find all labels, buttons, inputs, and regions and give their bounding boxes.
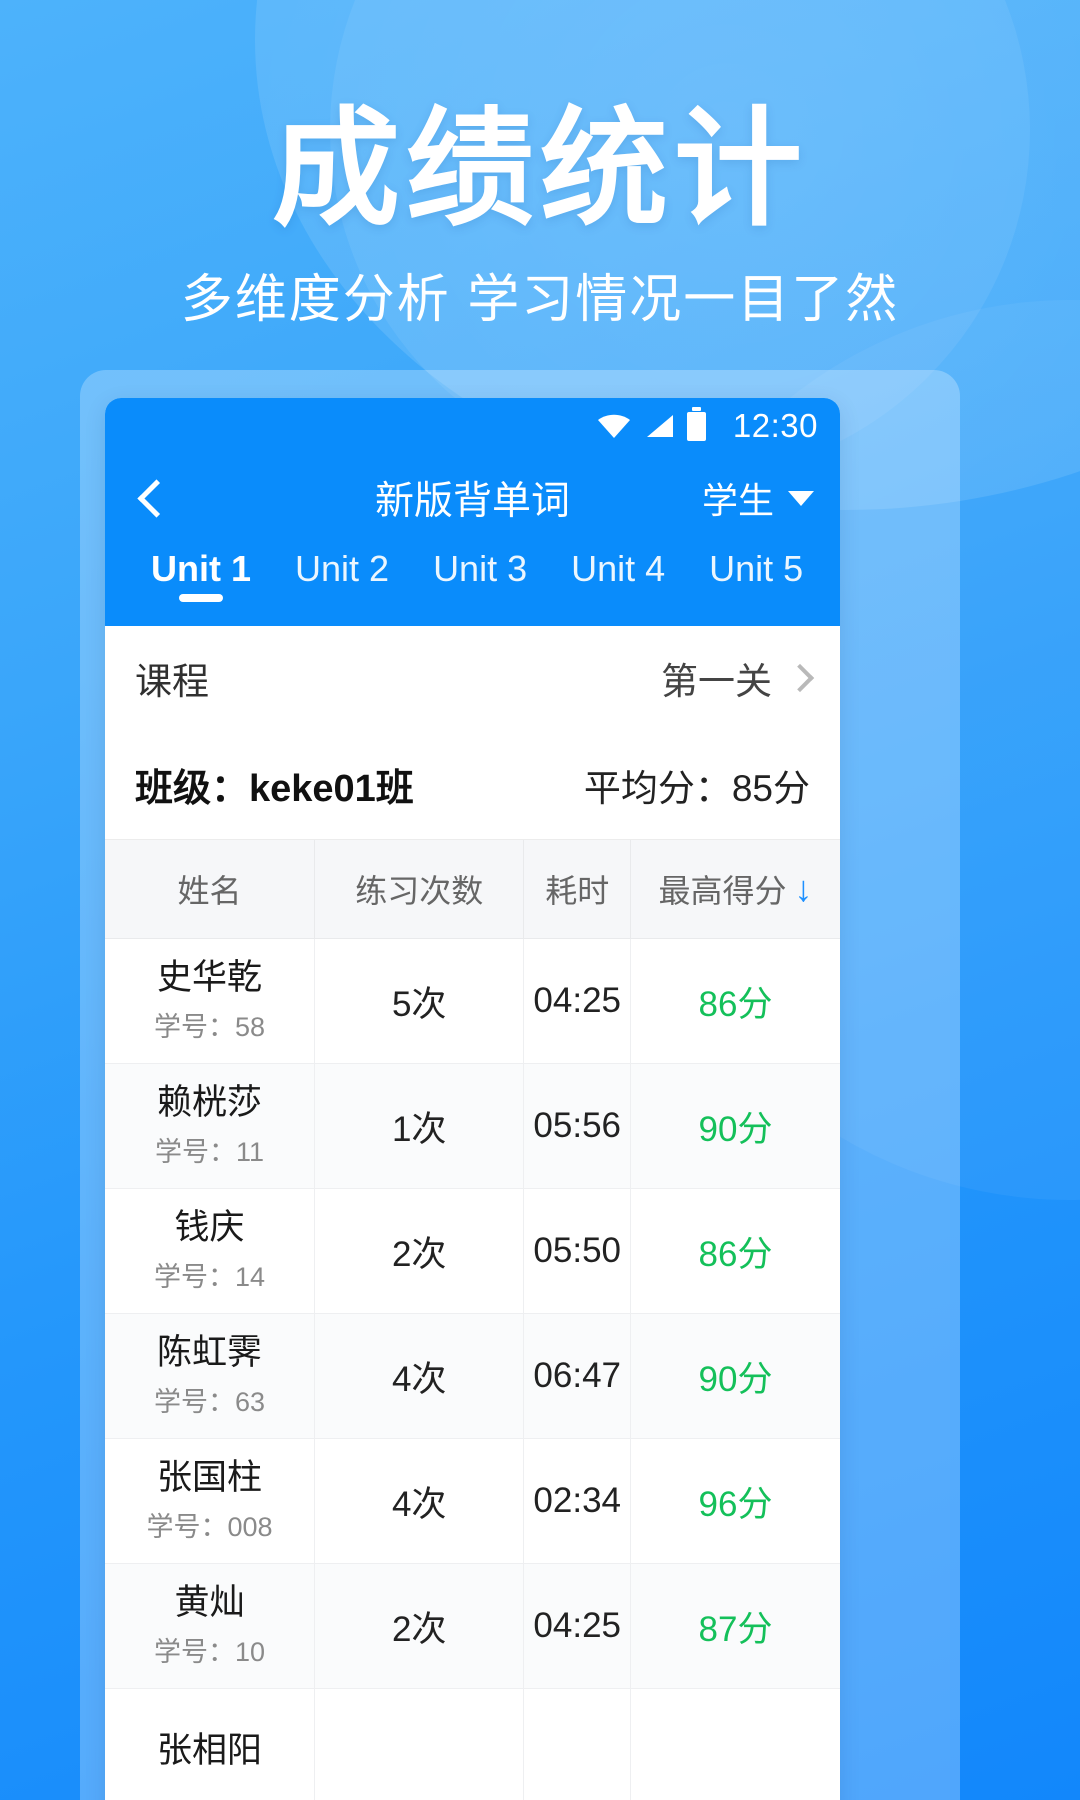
- cell-student: 赖桄莎学号：11: [105, 1063, 315, 1189]
- cell-student: 黄灿学号：10: [105, 1563, 315, 1689]
- student-id: 学号：58: [153, 1011, 265, 1042]
- chevron-right-icon: [785, 663, 815, 693]
- class-name: 班级：keke01班: [135, 768, 414, 810]
- cell-high-score-value: 96分: [698, 1484, 773, 1524]
- score-table-body: 史华乾 学号：58 5次 04:25 86分 赖桄莎 学号：11 1次 05:56 90分 钱庆 学号…: [105, 938, 840, 1800]
- cell-practice-count: 4次: [314, 1438, 525, 1564]
- cell-duration: 05:50: [523, 1188, 631, 1314]
- column-header-name[interactable]: 姓名: [105, 840, 315, 939]
- cell-duration: 02:34: [523, 1438, 631, 1564]
- battery-icon: [686, 406, 706, 441]
- course-value: 第一关: [661, 661, 772, 702]
- caret-down-icon: [788, 490, 814, 506]
- score-table-head: 姓名 练习次数 耗时 最高得分 ↓: [105, 840, 840, 939]
- content-area: 课程 第一关 班级：keke01班 平均分：85分 姓名 练习次数 耗时 最高得…: [105, 626, 840, 1800]
- cell-duration: [523, 1688, 631, 1800]
- student-name: 钱庆: [174, 1208, 245, 1248]
- signal-icon: [646, 415, 673, 437]
- student-id: 学号：10: [153, 1636, 265, 1667]
- column-header-score-label: 最高得分: [658, 873, 787, 909]
- column-header-time[interactable]: 耗时: [523, 840, 631, 939]
- class-average: 平均分：85分: [583, 767, 810, 809]
- poster-headline: 成绩统计: [271, 98, 808, 241]
- status-bar: 12:30: [105, 398, 840, 454]
- wifi-icon: [597, 414, 630, 438]
- table-row[interactable]: 张相阳: [105, 1688, 840, 1800]
- table-row[interactable]: 史华乾 学号：58 5次 04:25 86分: [105, 938, 840, 1064]
- student-name: 张国柱: [156, 1458, 262, 1498]
- tab-unit-2[interactable]: Unit 2: [273, 542, 411, 590]
- cell-practice-count: 2次: [314, 1188, 525, 1314]
- cell-duration: 04:25: [523, 938, 631, 1064]
- nav-bar: 新版背单词 学生: [105, 454, 840, 542]
- cell-practice-count: 2次: [314, 1563, 525, 1689]
- column-header-practice-label: 练习次数: [355, 873, 484, 909]
- cell-duration: 05:56: [523, 1063, 631, 1189]
- student-id: 学号：11: [154, 1136, 264, 1167]
- cell-practice-count: [314, 1688, 525, 1800]
- cell-student: 陈虹霁学号：63: [105, 1313, 315, 1439]
- cell-student: 史华乾学号：58: [105, 938, 315, 1064]
- unit-tabs: Unit 1 Unit 2 Unit 3 Unit 4 Unit 5: [105, 542, 840, 626]
- student-name: 黄灿: [174, 1583, 245, 1623]
- column-header-practice[interactable]: 练习次数: [314, 840, 525, 939]
- student-name: 史华乾: [156, 958, 262, 998]
- table-row[interactable]: 黄灿 学号：10 2次 04:25 87分: [105, 1563, 840, 1689]
- cell-high-score: [630, 1688, 840, 1800]
- table-row[interactable]: 赖桄莎 学号：11 1次 05:56 90分: [105, 1063, 840, 1189]
- student-name: 赖桄莎: [156, 1083, 262, 1123]
- table-header-row: 姓名 练习次数 耗时 最高得分 ↓: [105, 840, 840, 939]
- column-header-score[interactable]: 最高得分 ↓: [630, 840, 840, 939]
- course-row[interactable]: 课程 第一关: [105, 626, 840, 730]
- cell-high-score-value: 90分: [698, 1109, 773, 1149]
- poster-root: 成绩统计 多维度分析 学习情况一目了然 12:30 新版背单词 学生 Unit …: [0, 0, 1080, 1800]
- back-button[interactable]: [105, 454, 201, 542]
- cell-high-score-value: 90分: [698, 1359, 773, 1399]
- cell-high-score: 90分: [630, 1063, 840, 1189]
- cell-practice-count: 1次: [314, 1063, 525, 1189]
- cell-high-score-value: 86分: [698, 1234, 773, 1274]
- cell-high-score-value: 87分: [698, 1609, 773, 1649]
- student-name: 张相阳: [156, 1731, 262, 1771]
- role-selector[interactable]: 学生: [702, 472, 814, 524]
- cell-student: 张国柱学号：008: [105, 1438, 315, 1564]
- cell-student: 钱庆学号：14: [105, 1188, 315, 1314]
- cell-high-score: 87分: [630, 1563, 840, 1689]
- tab-unit-1[interactable]: Unit 1: [129, 542, 273, 590]
- student-id: 学号：008: [146, 1511, 273, 1542]
- column-header-name-label: 姓名: [177, 873, 242, 909]
- phone-screen: 12:30 新版背单词 学生 Unit 1 Unit 2 Unit 3 Unit 4U…: [105, 398, 840, 1800]
- student-name: 陈虹霁: [156, 1333, 262, 1373]
- student-id: 学号：14: [153, 1261, 265, 1292]
- score-table: 姓名 练习次数 耗时 最高得分 ↓ 史华乾 学号：58 5次 04:25 86分 赖桄莎学…: [105, 840, 840, 1800]
- table-row[interactable]: 陈虹霁 学号：63 4次 06:47 90分: [105, 1313, 840, 1439]
- column-header-time-label: 耗时: [545, 873, 610, 909]
- status-icons: 12:30: [597, 406, 818, 445]
- tab-unit-5[interactable]: Unit 5: [687, 542, 825, 590]
- arrow-down-icon: ↓: [794, 868, 813, 909]
- poster-subheadline: 多维度分析 学习情况一目了然: [180, 271, 900, 329]
- back-chevron-icon: [136, 478, 176, 518]
- student-id: 学号：63: [153, 1386, 265, 1417]
- cell-duration: 04:25: [523, 1563, 631, 1689]
- table-row[interactable]: 张国柱 学号：008 4次 02:34 96分: [105, 1438, 840, 1564]
- cell-duration: 06:47: [523, 1313, 631, 1439]
- status-time: 12:30: [732, 407, 818, 444]
- cell-high-score: 86分: [630, 1188, 840, 1314]
- course-value-group: 第一关: [661, 651, 815, 705]
- cell-practice-count: 4次: [314, 1313, 525, 1439]
- cell-student: 张相阳: [105, 1688, 315, 1800]
- course-label: 课程: [135, 661, 209, 702]
- cell-high-score-value: 86分: [698, 984, 773, 1024]
- class-summary-row: 班级：keke01班 平均分：85分: [105, 730, 840, 840]
- cell-practice-count: 5次: [314, 938, 525, 1064]
- cell-high-score: 86分: [630, 938, 840, 1064]
- role-label: 学生: [701, 480, 774, 521]
- tab-unit-4[interactable]: Unit 4: [549, 542, 687, 590]
- cell-high-score: 96分: [630, 1438, 840, 1564]
- cell-high-score: 90分: [630, 1313, 840, 1439]
- table-row[interactable]: 钱庆 学号：14 2次 05:50 86分: [105, 1188, 840, 1314]
- tab-unit-3[interactable]: Unit 3: [411, 542, 549, 590]
